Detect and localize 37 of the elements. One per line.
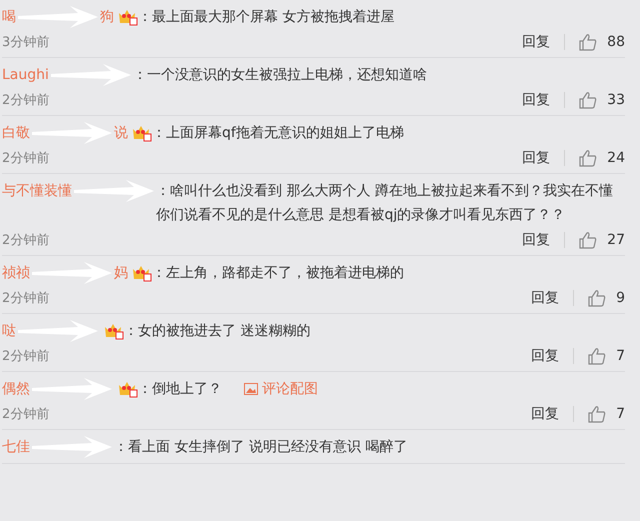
- reply-link[interactable]: 回复: [522, 231, 550, 249]
- like-button[interactable]: 9: [588, 289, 625, 307]
- like-button[interactable]: 27: [579, 231, 625, 249]
- comment-text: ：最上面最大那个屏幕 女方被拖拽着进屋: [138, 8, 394, 27]
- thumbs-up-icon: [579, 149, 598, 167]
- comment-text: ：看上面 女生摔倒了 说明已经没有意识 喝醉了: [114, 438, 408, 457]
- reply-link[interactable]: 回复: [531, 347, 560, 365]
- timestamp: 2分钟前: [2, 92, 50, 109]
- image-icon: [244, 383, 258, 395]
- comment-text: ：啥叫什么也没看到 那么大两个人 蹲在地上被拉起来看不到？我实在不懂你们说看不见的是什么意思 是想看被qj的录像才叫看见东西了？？: [156, 182, 614, 225]
- like-button[interactable]: 88: [579, 33, 625, 51]
- reply-link[interactable]: 回复: [531, 405, 560, 423]
- thumbs-up-icon: [588, 289, 606, 307]
- timestamp: 2分钟前: [2, 150, 50, 167]
- thumbs-up-icon: [588, 405, 606, 423]
- reply-link[interactable]: 回复: [522, 33, 550, 51]
- timestamp: 2分钟前: [2, 290, 50, 307]
- thumbs-up-icon: [579, 231, 598, 249]
- timestamp: 2分钟前: [2, 232, 50, 249]
- thumbs-up-icon: [579, 33, 598, 51]
- comment-text: ：一个没意识的女生被强拉上电梯，还想知道啥: [132, 66, 427, 85]
- comment-text: ：倒地上了？: [138, 380, 222, 399]
- reply-link[interactable]: 回复: [522, 149, 550, 167]
- like-button[interactable]: 24: [579, 149, 625, 167]
- comment-text: ：女的被拖进去了 迷迷糊糊的: [124, 322, 310, 341]
- like-button[interactable]: 33: [579, 91, 625, 109]
- reply-link[interactable]: 回复: [531, 289, 560, 307]
- reply-link[interactable]: 回复: [522, 91, 550, 109]
- comment-text: ：左上角，路都走不了，被拖着进电梯的: [152, 264, 404, 283]
- timestamp: 2分钟前: [2, 348, 50, 365]
- comment-text: ：上面屏幕qf拖着无意识的姐姐上了电梯: [152, 124, 404, 143]
- thumbs-up-icon: [579, 91, 598, 109]
- like-button[interactable]: 7: [588, 347, 625, 365]
- timestamp: 2分钟前: [2, 406, 50, 423]
- thumbs-up-icon: [588, 347, 606, 365]
- like-button[interactable]: 7: [588, 405, 625, 423]
- timestamp: 3分钟前: [2, 34, 50, 51]
